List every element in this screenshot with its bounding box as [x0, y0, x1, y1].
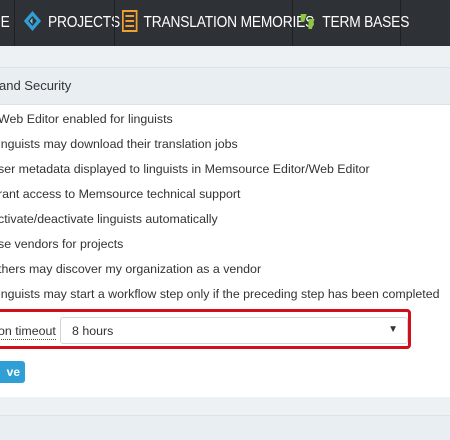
option-user-metadata[interactable]: ser metadata displayed to linguists in M…	[0, 162, 370, 176]
security-settings-panel: and Security Web Editor enabled for ling…	[0, 67, 450, 397]
option-discover-as-vendor[interactable]: thers may discover my organization as a …	[0, 262, 261, 276]
translation-memories-icon	[122, 9, 138, 37]
save-button-label: ve	[6, 365, 20, 379]
nav-divider	[292, 0, 293, 46]
caret-down-icon: ▼	[388, 324, 398, 335]
nav-divider	[400, 0, 401, 46]
option-web-editor[interactable]: Web Editor enabled for linguists	[0, 112, 173, 126]
session-timeout-value: 8 hours	[72, 324, 114, 338]
nav-divider	[14, 0, 15, 46]
nav-term-bases[interactable]: TERM BASES	[299, 0, 409, 46]
nav-term-bases-label: TERM BASES	[322, 14, 410, 31]
option-workflow-step-order[interactable]: inguists may start a workflow step only …	[0, 287, 439, 301]
next-panel-header	[0, 415, 450, 440]
save-button[interactable]: ve	[0, 361, 25, 383]
option-download-jobs[interactable]: inguists may download their translation …	[0, 137, 238, 151]
nav-translation-memories[interactable]: TRANSLATION MEMORIES	[122, 0, 314, 46]
term-bases-icon	[299, 10, 316, 37]
nav-divider	[114, 0, 115, 46]
session-timeout-select[interactable]: 8 hours ▼	[60, 317, 408, 344]
option-use-vendors[interactable]: se vendors for projects	[0, 237, 123, 251]
nav-projects[interactable]: PROJECTS	[23, 0, 120, 46]
nav-translation-memories-label: TRANSLATION MEMORIES	[143, 14, 315, 31]
nav-home-label: IE	[0, 14, 10, 31]
nav-home[interactable]: IE	[0, 0, 10, 46]
top-navigation: IE PROJECTS TRANSLATION MEMORIES	[0, 0, 450, 46]
nav-projects-label: PROJECTS	[47, 14, 120, 31]
panel-title: and Security	[0, 78, 72, 93]
projects-icon	[23, 10, 42, 37]
option-technical-support[interactable]: rant access to Memsource technical suppo…	[0, 187, 240, 201]
panel-header: and Security	[0, 67, 450, 105]
option-activate-linguists[interactable]: ctivate/deactivate linguists automatical…	[0, 212, 218, 226]
